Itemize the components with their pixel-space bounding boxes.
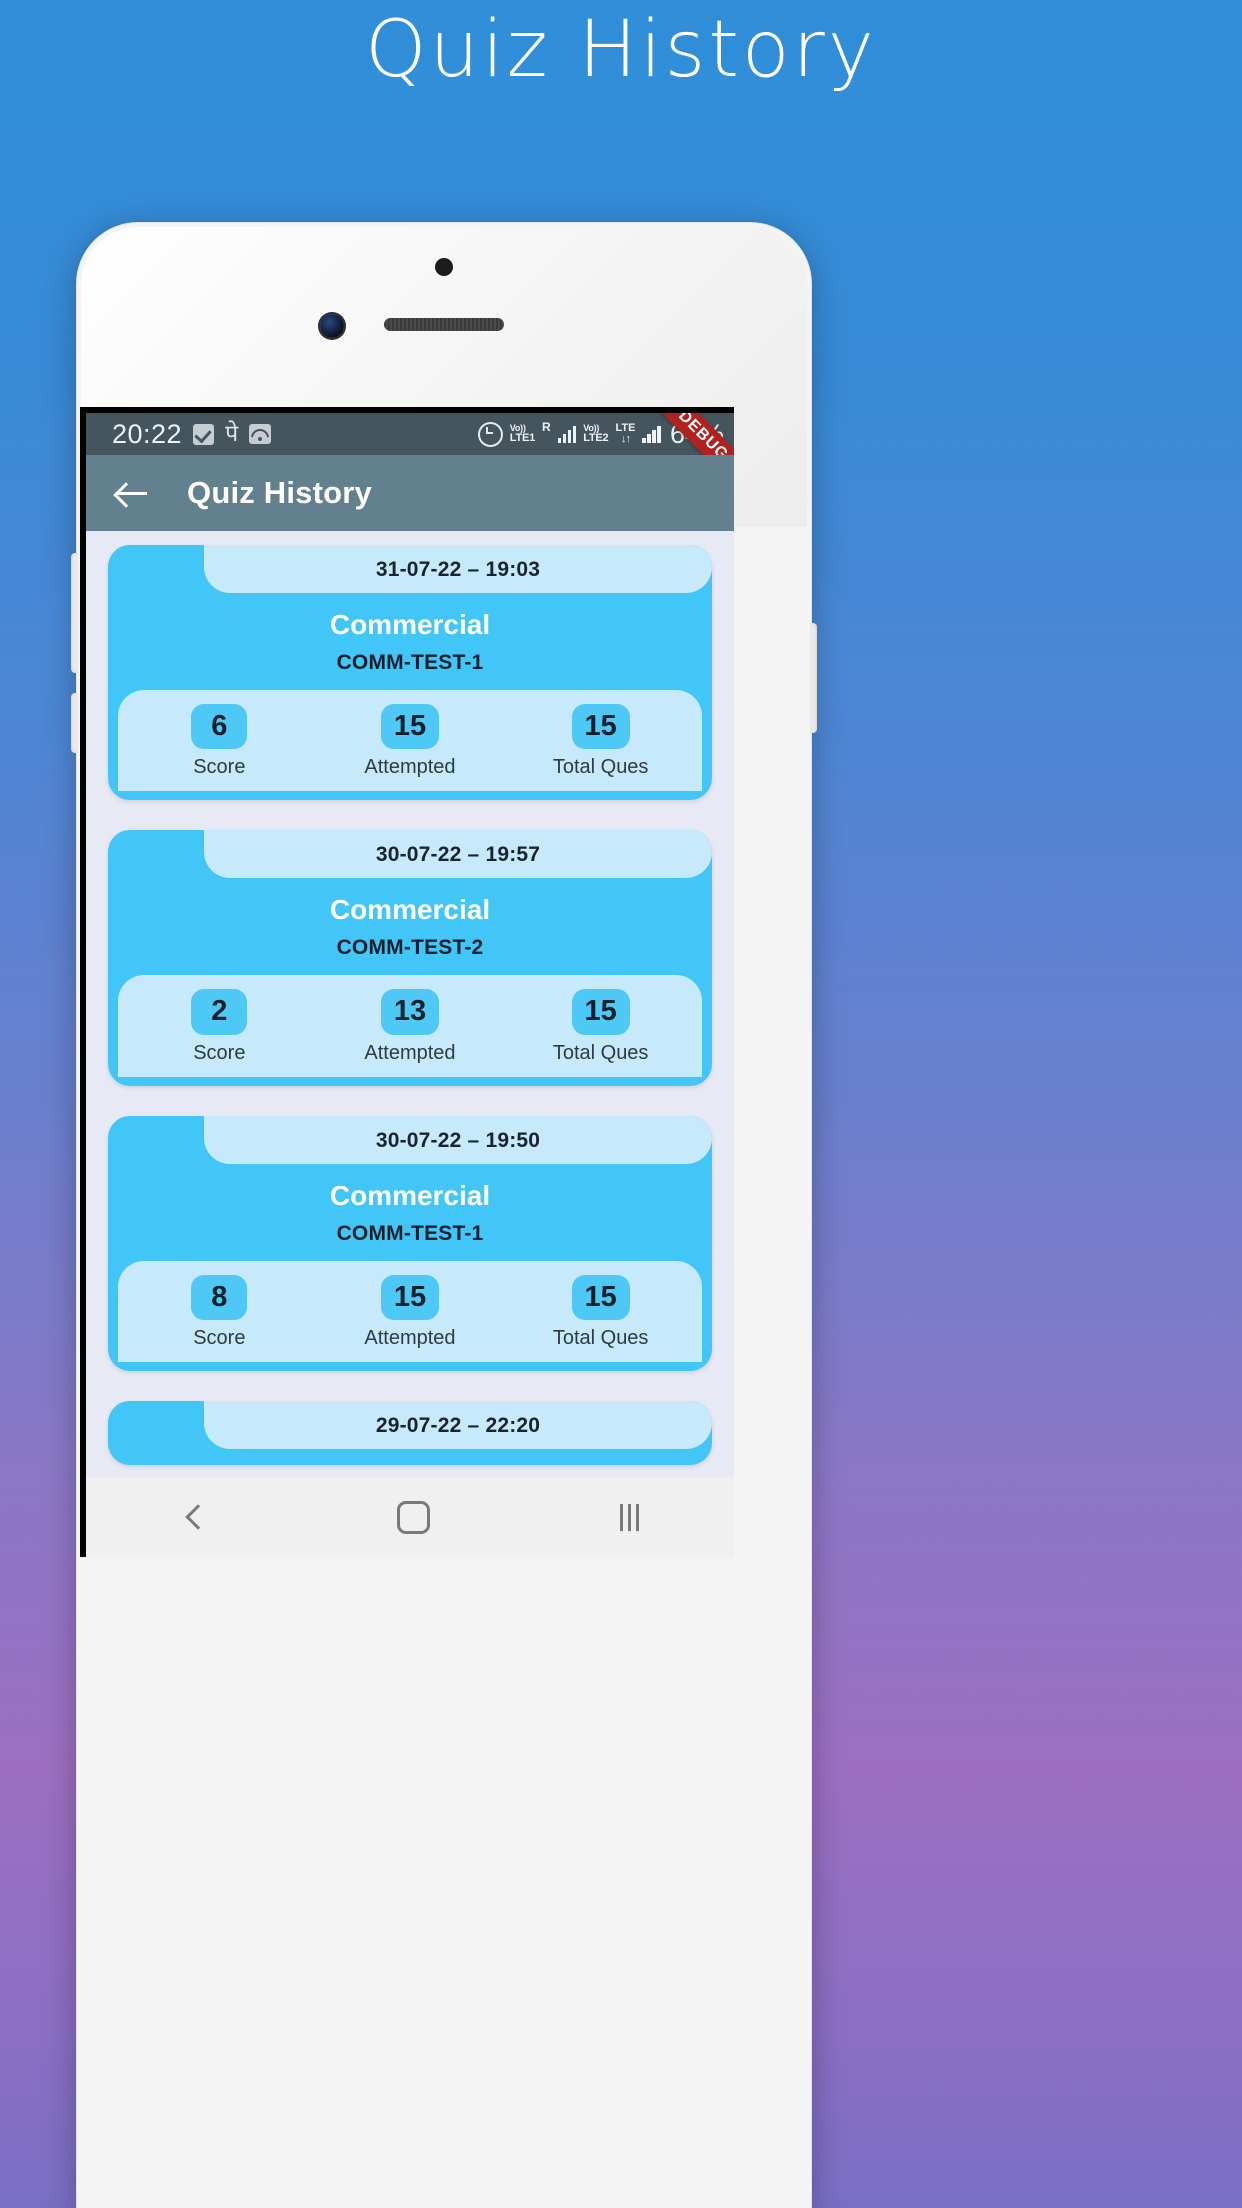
status-bar-left: 20:22 पे — [112, 418, 272, 450]
total-value: 15 — [571, 704, 630, 750]
phone-screen: 20:22 पे Vo)) LTE1 R Vo)) LTE2 LTE ↓↑ DE… — [80, 407, 734, 1557]
score-value: 2 — [191, 989, 248, 1035]
stat-total: 15 Total Ques — [506, 989, 695, 1064]
phone-mockup: 20:22 पे Vo)) LTE1 R Vo)) LTE2 LTE ↓↑ DE… — [71, 222, 817, 2208]
card-date: 31-07-22 – 19:03 — [204, 545, 712, 593]
card-date: 30-07-22 – 19:50 — [204, 1115, 712, 1164]
app-bar: Quiz History — [86, 455, 734, 531]
total-label: Total Ques — [552, 1041, 649, 1064]
card-subject: Commercial — [329, 609, 491, 640]
wifi-icon — [249, 424, 272, 444]
quiz-history-card[interactable]: 31-07-22 – 19:03 Commercial COMM-TEST-1 … — [108, 545, 712, 801]
card-code: COMM-TEST-2 — [336, 936, 484, 960]
checkbox-icon — [193, 423, 215, 445]
card-stats: 8 Score 15 Attempted 15 Total Ques — [118, 1260, 702, 1363]
card-stats: 2 Score 13 Attempted 15 Total Ques — [118, 975, 702, 1077]
roaming-indicator: R — [542, 419, 551, 434]
app-bar-title: Quiz History — [187, 475, 372, 510]
card-date: 29-07-22 – 22:20 — [204, 1401, 712, 1450]
alarm-icon — [477, 421, 503, 447]
card-date: 30-07-22 – 19:57 — [204, 830, 712, 879]
quiz-history-card[interactable]: 30-07-22 – 19:50 Commercial COMM-TEST-1 … — [108, 1115, 712, 1372]
sim1-volte-label: Vo)) LTE1 — [510, 424, 535, 444]
stat-attempted: 15 Attempted — [316, 1274, 505, 1350]
attempted-value: 15 — [380, 1274, 440, 1321]
total-value: 15 — [571, 989, 630, 1035]
card-stats: 6 Score 15 Attempted 15 Total Ques — [118, 690, 702, 792]
stat-attempted: 15 Attempted — [316, 704, 505, 779]
stat-attempted: 13 Attempted — [316, 989, 505, 1064]
power-button[interactable] — [810, 623, 817, 733]
quiz-history-card[interactable]: 30-07-22 – 19:57 Commercial COMM-TEST-2 … — [108, 830, 712, 1086]
stat-score: 8 Score — [125, 1274, 314, 1350]
sim2-label-text: LTE2 — [583, 432, 609, 444]
earpiece-speaker — [384, 318, 504, 331]
attempted-label: Attempted — [364, 756, 456, 779]
card-code: COMM-TEST-1 — [336, 1221, 484, 1245]
lte-data-icon: LTE ↓↑ — [615, 423, 635, 445]
card-subject: Commercial — [329, 894, 491, 926]
card-subject: Commercial — [329, 1179, 491, 1211]
lte-arrows-icon: ↓↑ — [620, 433, 631, 445]
sim1-label-text: LTE1 — [509, 432, 536, 444]
attempted-value: 13 — [380, 989, 440, 1035]
page-title: Quiz History — [365, 5, 877, 95]
stat-total: 15 Total Ques — [506, 1274, 695, 1350]
sim2-signal-icon — [642, 425, 661, 443]
volume-down-button[interactable] — [71, 693, 78, 753]
score-label: Score — [193, 756, 246, 779]
stat-score: 6 Score — [125, 704, 314, 779]
status-bar: 20:22 पे Vo)) LTE1 R Vo)) LTE2 LTE ↓↑ DE… — [86, 413, 734, 455]
score-label: Score — [193, 1327, 246, 1350]
stat-total: 15 Total Ques — [506, 704, 695, 779]
score-value: 6 — [191, 704, 248, 750]
volume-up-button[interactable] — [71, 553, 78, 673]
nav-recent-icon[interactable] — [620, 1503, 639, 1531]
nav-home-icon[interactable] — [397, 1500, 430, 1534]
back-arrow-icon[interactable] — [110, 471, 154, 515]
app-screen: 20:22 पे Vo)) LTE1 R Vo)) LTE2 LTE ↓↑ DE… — [86, 413, 734, 1557]
total-label: Total Ques — [552, 1327, 649, 1350]
sim2-volte-label: Vo)) LTE2 — [583, 424, 608, 444]
android-nav-bar — [86, 1477, 734, 1557]
card-code: COMM-TEST-1 — [336, 651, 484, 674]
stat-score: 2 Score — [125, 989, 314, 1064]
score-value: 8 — [191, 1274, 248, 1321]
front-camera-icon — [320, 314, 344, 338]
attempted-value: 15 — [380, 704, 440, 750]
quiz-history-list[interactable]: 31-07-22 – 19:03 Commercial COMM-TEST-1 … — [86, 531, 734, 1557]
attempted-label: Attempted — [364, 1327, 456, 1350]
total-value: 15 — [571, 1274, 630, 1321]
attempted-label: Attempted — [364, 1041, 456, 1064]
status-time: 20:22 — [112, 418, 183, 449]
sim1-signal-icon — [557, 425, 577, 443]
quiz-history-card[interactable]: 29-07-22 – 22:20 — [108, 1401, 712, 1466]
nav-back-icon[interactable] — [181, 1504, 207, 1530]
total-label: Total Ques — [552, 756, 649, 779]
phonepe-icon: पे — [225, 420, 239, 447]
sensor-icon — [435, 258, 453, 276]
score-label: Score — [193, 1041, 246, 1064]
